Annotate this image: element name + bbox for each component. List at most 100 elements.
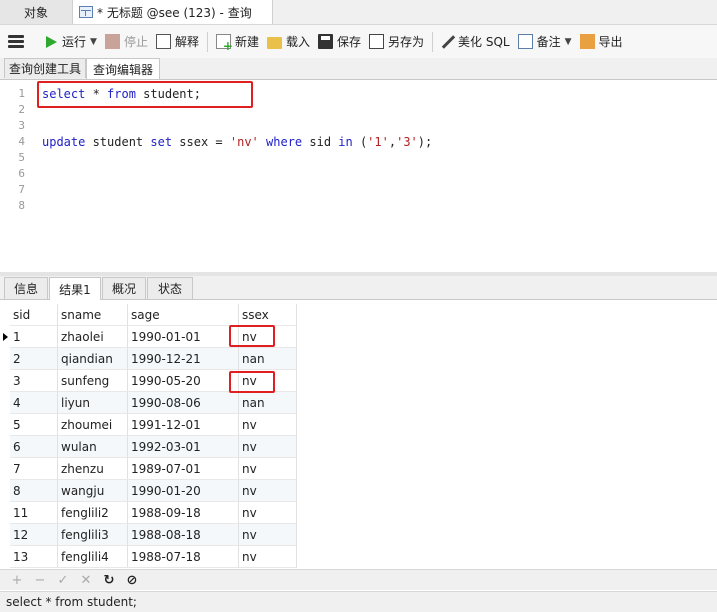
cell-sage[interactable]: 1990-05-20: [128, 370, 239, 392]
column-header-ssex[interactable]: ssex: [239, 304, 297, 326]
run-label: 运行: [62, 35, 87, 49]
cell-sage[interactable]: 1990-01-01: [128, 326, 239, 348]
table-row[interactable]: 11 fenglili2 1988-09-18 nv: [0, 502, 297, 524]
cell-sage[interactable]: 1989-07-01: [128, 458, 239, 480]
beautify-sql-button[interactable]: 美化 SQL: [437, 29, 514, 55]
tab-status[interactable]: 状态: [147, 277, 193, 299]
table-row[interactable]: 13 fenglili4 1988-07-18 nv: [0, 546, 297, 568]
column-header-sid[interactable]: sid: [10, 304, 58, 326]
highlight-box-select: [37, 81, 253, 108]
cell-sage[interactable]: 1990-01-20: [128, 480, 239, 502]
cell-sname[interactable]: fenglili3: [58, 524, 128, 546]
new-button[interactable]: 新建: [212, 29, 263, 55]
stop-icon: [104, 34, 120, 49]
cell-sage[interactable]: 1988-09-18: [128, 502, 239, 524]
cell-sid[interactable]: 1: [10, 326, 58, 348]
cell-sid[interactable]: 2: [10, 348, 58, 370]
cell-sname[interactable]: wulan: [58, 436, 128, 458]
table-row[interactable]: 7 zhenzu 1989-07-01 nv: [0, 458, 297, 480]
cell-sid[interactable]: 8: [10, 480, 58, 502]
save-as-button[interactable]: 另存为: [365, 29, 428, 55]
cell-sid[interactable]: 4: [10, 392, 58, 414]
tab-query-editor[interactable]: 查询编辑器: [86, 58, 160, 79]
apply-changes-button[interactable]: ✓: [54, 573, 72, 588]
cell-ssex[interactable]: nv: [239, 414, 297, 436]
cell-ssex[interactable]: nv: [239, 524, 297, 546]
cell-ssex[interactable]: nv: [239, 436, 297, 458]
new-label: 新建: [234, 35, 259, 49]
cell-sid[interactable]: 6: [10, 436, 58, 458]
table-row[interactable]: 2 qiandian 1990-12-21 nan: [0, 348, 297, 370]
grid-header: sid sname sage ssex: [0, 304, 297, 326]
cell-sage[interactable]: 1990-12-21: [128, 348, 239, 370]
table-row[interactable]: 8 wangju 1990-01-20 nv: [0, 480, 297, 502]
highlight-box-row1: [229, 325, 275, 347]
sql-string: 'nv': [229, 135, 259, 149]
cell-ssex[interactable]: nv: [239, 458, 297, 480]
delete-record-button[interactable]: −: [31, 573, 49, 588]
cell-sname[interactable]: qiandian: [58, 348, 128, 370]
sql-keyword: where: [266, 135, 303, 149]
tab-query-builder[interactable]: 查询创建工具: [4, 58, 86, 78]
cell-sid[interactable]: 11: [10, 502, 58, 524]
cell-sid[interactable]: 5: [10, 414, 58, 436]
cell-sid[interactable]: 7: [10, 458, 58, 480]
cell-sage[interactable]: 1992-03-01: [128, 436, 239, 458]
cell-sname[interactable]: zhaolei: [58, 326, 128, 348]
cell-sname[interactable]: fenglili4: [58, 546, 128, 568]
sql-editor[interactable]: 1 2 3 4 5 6 7 8 select * from student; u…: [0, 80, 717, 272]
cell-ssex[interactable]: nv: [239, 480, 297, 502]
cell-ssex[interactable]: nv: [239, 502, 297, 524]
add-record-button[interactable]: +: [8, 573, 26, 588]
cell-sname[interactable]: fenglili2: [58, 502, 128, 524]
cell-sid[interactable]: 12: [10, 524, 58, 546]
tab-result1[interactable]: 结果1: [49, 277, 101, 300]
tab-objects[interactable]: 对象: [0, 0, 73, 24]
tab-profile-label: 概况: [111, 282, 136, 296]
cell-sage[interactable]: 1991-12-01: [128, 414, 239, 436]
new-query-icon: [215, 34, 233, 53]
column-header-sname[interactable]: sname: [58, 304, 128, 326]
cell-sid[interactable]: 3: [10, 370, 58, 392]
menu-icon[interactable]: [8, 34, 24, 49]
explain-button[interactable]: 解释: [152, 29, 203, 55]
stop-button[interactable]: 停止: [101, 29, 152, 55]
cell-sage[interactable]: 1988-07-18: [128, 546, 239, 568]
chevron-down-icon[interactable]: ▼: [90, 37, 97, 47]
cell-ssex[interactable]: nv: [239, 546, 297, 568]
table-row[interactable]: 4 liyun 1990-08-06 nan: [0, 392, 297, 414]
line-number: 8: [18, 199, 25, 212]
tab-query[interactable]: * 无标题 @see (123) - 查询: [73, 0, 273, 24]
load-button[interactable]: 载入: [263, 29, 314, 55]
cell-sname[interactable]: zhenzu: [58, 458, 128, 480]
table-row[interactable]: 5 zhoumei 1991-12-01 nv: [0, 414, 297, 436]
stop-load-button[interactable]: ⊘: [123, 573, 141, 588]
beautify-label: 美化 SQL: [458, 35, 510, 49]
column-header-sage[interactable]: sage: [128, 304, 239, 326]
sql-string: '1': [367, 135, 389, 149]
cell-sage[interactable]: 1988-08-18: [128, 524, 239, 546]
export-icon: [579, 34, 595, 49]
cell-sname[interactable]: zhoumei: [58, 414, 128, 436]
cell-ssex[interactable]: nan: [239, 348, 297, 370]
cell-sname[interactable]: liyun: [58, 392, 128, 414]
export-button[interactable]: 导出: [576, 29, 627, 55]
cell-sname[interactable]: sunfeng: [58, 370, 128, 392]
table-row[interactable]: 6 wulan 1992-03-01 nv: [0, 436, 297, 458]
cell-sage[interactable]: 1990-08-06: [128, 392, 239, 414]
chevron-down-icon[interactable]: ▼: [565, 37, 572, 47]
discard-changes-button[interactable]: ✕: [77, 573, 95, 588]
toolbar-divider: [206, 31, 208, 52]
table-row[interactable]: 12 fenglili3 1988-08-18 nv: [0, 524, 297, 546]
tab-info[interactable]: 信息: [4, 277, 48, 299]
refresh-button[interactable]: ↻: [100, 573, 118, 588]
comment-button[interactable]: 备注 ▼: [514, 29, 576, 55]
cell-ssex[interactable]: nan: [239, 392, 297, 414]
cell-sname[interactable]: wangju: [58, 480, 128, 502]
cell-sid[interactable]: 13: [10, 546, 58, 568]
run-button[interactable]: 运行 ▼: [42, 29, 101, 55]
current-row-indicator-icon: [3, 333, 8, 341]
tab-profile[interactable]: 概况: [102, 277, 146, 299]
save-button[interactable]: 保存: [314, 29, 365, 55]
